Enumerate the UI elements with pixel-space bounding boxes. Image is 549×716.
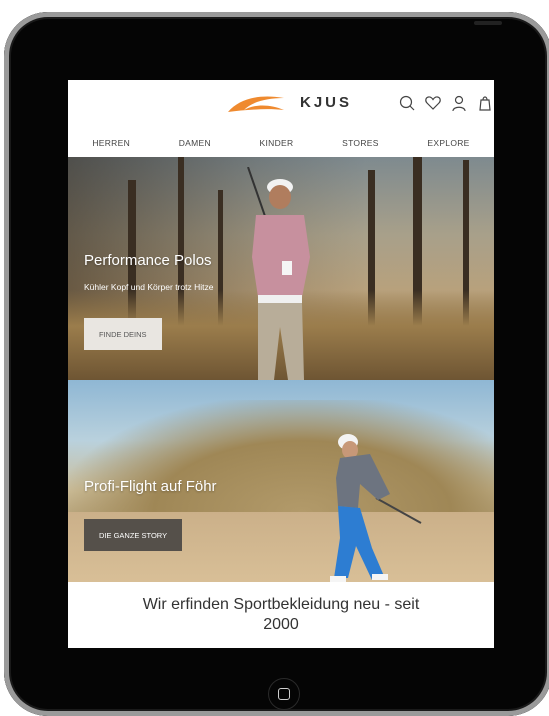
tagline-line-2: 2000	[263, 616, 299, 633]
nav-item-explore[interactable]: EXPLORE	[427, 138, 469, 148]
user-icon[interactable]	[450, 94, 468, 112]
nav-item-kinder[interactable]: KINDER	[260, 138, 294, 148]
hero-profi-flight[interactable]: Profi-Flight auf Föhr DIE GANZE STORY	[68, 380, 494, 582]
golfer-swing-image	[330, 434, 422, 582]
power-button	[474, 21, 502, 25]
main-nav: HERREN DAMEN KINDER STORES EXPLORE	[68, 138, 494, 148]
die-ganze-story-button[interactable]: DIE GANZE STORY	[84, 519, 183, 551]
hero-performance-polos[interactable]: Performance Polos Kühler Kopf und Körper…	[68, 157, 494, 380]
nav-item-damen[interactable]: DAMEN	[179, 138, 211, 148]
golfer-image	[247, 167, 310, 380]
nav-item-herren[interactable]: HERREN	[92, 138, 130, 148]
hero2-title: Profi-Flight auf Föhr	[84, 478, 217, 495]
bag-icon[interactable]	[476, 94, 494, 112]
header-icons	[398, 94, 494, 112]
site-header: KJUS	[68, 80, 494, 128]
hero1-title: Performance Polos	[84, 252, 212, 269]
home-button-icon	[278, 688, 290, 700]
kjus-logo-icon[interactable]	[226, 92, 286, 114]
tagline: Wir erfinden Sportbekleidung neu - seit …	[68, 595, 494, 635]
search-icon[interactable]	[398, 94, 416, 112]
nav-item-stores[interactable]: STORES	[342, 138, 379, 148]
screen: KJUS HERREN DAMEN KINDER STORES EXPLORE	[68, 80, 494, 648]
tagline-line-1: Wir erfinden Sportbekleidung neu - seit	[142, 596, 420, 613]
finde-deins-button[interactable]: FINDE DEINS	[84, 318, 162, 350]
heart-icon[interactable]	[424, 94, 442, 112]
brand-name[interactable]: KJUS	[300, 94, 352, 111]
hero1-subtitle: Kühler Kopf und Körper trotz Hitze	[84, 282, 214, 292]
home-button[interactable]	[268, 678, 300, 710]
